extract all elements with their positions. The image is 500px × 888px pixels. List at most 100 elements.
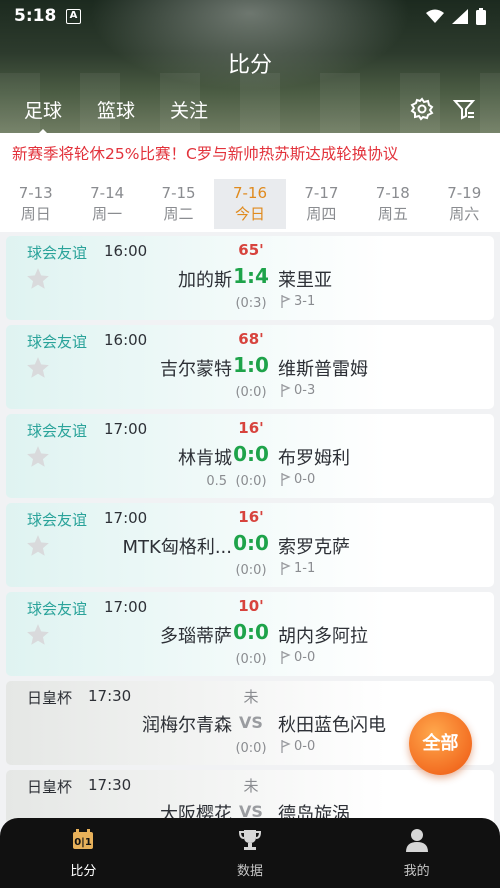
match-minute: 68'	[238, 330, 264, 348]
day-label: 周一	[92, 205, 123, 223]
sport-tabs: 足球 篮球 关注	[24, 96, 243, 133]
tab-basketball[interactable]: 篮球	[97, 96, 135, 123]
league-name: 日皇杯	[27, 689, 73, 707]
date-label: 7-15	[161, 184, 196, 202]
battery-icon	[476, 8, 486, 25]
nav-profile[interactable]: 我的	[333, 818, 500, 888]
wifi-icon	[426, 9, 444, 23]
date-item[interactable]: 7-17 周四	[286, 176, 357, 232]
match-card[interactable]: 球会友谊 17:00 10' 多瑙蒂萨 0:0 胡内多阿拉 (0:0) 0-0	[6, 592, 494, 676]
home-team: 林肯城	[178, 448, 232, 469]
match-minute: 16'	[238, 419, 264, 437]
corner-flag-icon	[281, 295, 291, 308]
half-time-score: (0:3)	[235, 296, 267, 311]
star-icon[interactable]	[25, 355, 51, 381]
status-bar: 5:18 A	[14, 6, 486, 30]
kickoff-time: 16:00	[104, 331, 148, 349]
match-score: 1:4	[233, 264, 269, 288]
date-label: 7-17	[304, 184, 339, 202]
filter-icon[interactable]	[452, 97, 476, 121]
svg-text:0|1: 0|1	[75, 837, 93, 848]
kickoff-time: 17:00	[104, 509, 148, 527]
corner-count: 1-1	[281, 561, 315, 576]
corner-flag-icon	[281, 740, 291, 753]
notification-icon: A	[66, 9, 81, 24]
away-team: 莱里亚	[278, 270, 332, 291]
gear-icon[interactable]	[410, 97, 434, 121]
half-time-score: (0:0)	[235, 563, 267, 578]
match-card[interactable]: 球会友谊 16:00 65' 加的斯 1:4 莱里亚 (0:3) 3-1	[6, 236, 494, 320]
match-card[interactable]: 球会友谊 17:00 16' MTK匈格利... 0:0 索罗克萨 (0:0) …	[6, 503, 494, 587]
nav-data[interactable]: 数据	[167, 818, 334, 888]
date-selector: 7-13 周日 7-14 周一 7-15 周二 7-16 今日 7-17 周四 7-18 周…	[0, 176, 500, 232]
corner-flag-icon	[281, 562, 291, 575]
match-score: 0:0	[233, 531, 269, 555]
match-minute: 65'	[238, 241, 264, 259]
league-name: 球会友谊	[27, 333, 88, 351]
corner-count: 0-0	[281, 739, 315, 754]
corner-value: 0-0	[294, 472, 316, 487]
home-team: 吉尔蒙特	[160, 359, 232, 380]
date-item[interactable]: 7-13 周日	[0, 176, 71, 232]
scoreboard-icon: 0|1	[73, 829, 94, 849]
home-team: 加的斯	[178, 270, 232, 291]
nav-scores[interactable]: 0|1 比分	[0, 818, 167, 888]
home-team: 多瑙蒂萨	[160, 626, 232, 647]
star-icon[interactable]	[25, 266, 51, 292]
corner-value: 3-1	[294, 294, 316, 309]
star-icon[interactable]	[25, 533, 51, 559]
away-team: 布罗姆利	[278, 448, 350, 469]
match-card[interactable]: 球会友谊 16:00 68' 吉尔蒙特 1:0 维斯普雷姆 (0:0) 0-3	[6, 325, 494, 409]
corner-value: 0-0	[294, 739, 316, 754]
show-all-button[interactable]: 全部	[409, 712, 472, 775]
league-name: 球会友谊	[27, 244, 88, 262]
league-name: 球会友谊	[27, 422, 88, 440]
kickoff-time: 17:00	[104, 598, 148, 616]
away-team: 维斯普雷姆	[278, 359, 368, 380]
corner-count: 3-1	[281, 294, 315, 309]
tab-football[interactable]: 足球	[24, 96, 62, 133]
half-time-score: (0:0)	[235, 652, 267, 667]
tab-following[interactable]: 关注	[170, 96, 208, 123]
away-team: 秋田蓝色闪电	[278, 715, 386, 736]
match-score: 0:0	[233, 442, 269, 466]
home-team: MTK匈格利...	[122, 537, 233, 558]
kickoff-time: 17:00	[104, 420, 148, 438]
away-team: 胡内多阿拉	[278, 626, 368, 647]
league-name: 球会友谊	[27, 511, 88, 529]
half-time-score: (0:0)	[235, 741, 267, 756]
corner-value: 0-0	[294, 650, 316, 665]
star-icon[interactable]	[25, 622, 51, 648]
league-name: 球会友谊	[27, 600, 88, 618]
day-label: 周二	[163, 205, 194, 223]
match-score: VS	[239, 713, 263, 732]
corner-flag-icon	[281, 473, 291, 486]
league-name: 日皇杯	[27, 778, 73, 796]
date-item[interactable]: 7-18 周五	[357, 176, 428, 232]
date-item[interactable]: 7-15 周二	[143, 176, 214, 232]
away-team: 索罗克萨	[278, 537, 350, 558]
trophy-icon	[238, 830, 262, 850]
system-icons	[426, 8, 486, 25]
nav-label: 比分	[70, 864, 97, 879]
match-minute: 16'	[238, 508, 264, 526]
header-actions	[410, 97, 476, 121]
date-item[interactable]: 7-19 周六	[429, 176, 500, 232]
header: 5:18 A 比分 足球 篮球 关注	[0, 0, 500, 133]
date-item-today[interactable]: 7-16 今日	[214, 179, 286, 229]
day-label: 周四	[306, 205, 337, 223]
handicap: 0.5	[206, 474, 227, 489]
corner-value: 1-1	[294, 561, 316, 576]
corner-count: 0-0	[281, 472, 315, 487]
date-item[interactable]: 7-14 周一	[71, 176, 142, 232]
day-label: 周六	[449, 205, 480, 223]
star-icon[interactable]	[25, 444, 51, 470]
match-card[interactable]: 球会友谊 17:00 16' 林肯城 0:0 布罗姆利 0.5 (0:0) 0-…	[6, 414, 494, 498]
kickoff-time: 17:30	[88, 687, 132, 705]
user-icon	[405, 829, 428, 852]
news-ticker[interactable]: 新赛季将轮休25%比赛！C罗与新帅热苏斯达成轮换协议	[0, 133, 500, 176]
match-status: 未	[243, 777, 259, 795]
date-label: 7-14	[90, 184, 125, 202]
date-label: 7-16	[232, 184, 267, 202]
day-label: 今日	[234, 205, 265, 223]
